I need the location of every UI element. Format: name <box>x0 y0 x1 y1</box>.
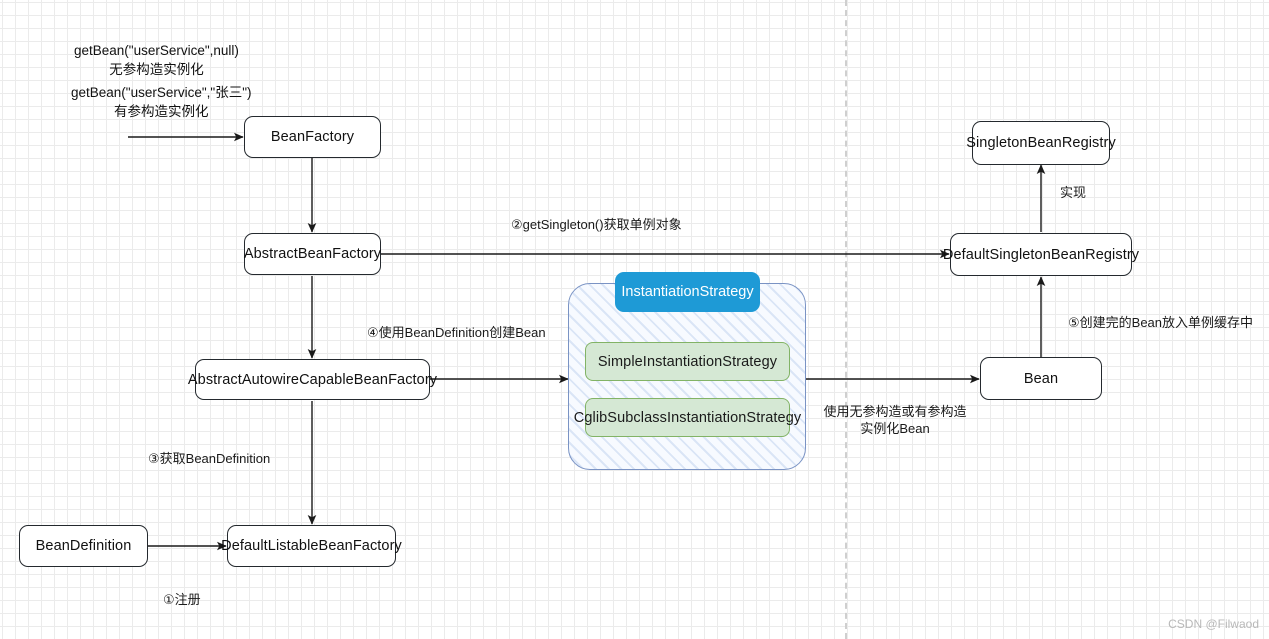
watermark: CSDN @Filwaod <box>1168 617 1259 631</box>
page-break-line <box>845 0 847 639</box>
entry-desc-1: 无参构造实例化 <box>109 62 204 77</box>
edge-label-register: ①注册 <box>163 592 201 607</box>
entry-desc-2: 有参构造实例化 <box>113 104 209 119</box>
edge-label-instantiate-bean: 使用无参构造或有参构造 实例化Bean <box>820 403 970 437</box>
node-bean-factory[interactable]: BeanFactory <box>244 116 381 158</box>
entry-caption-no-arg: getBean("userService",null) 无参构造实例化 <box>74 41 239 79</box>
edge-label-get-singleton: ②getSingleton()获取单例对象 <box>511 217 682 232</box>
node-cglib-subclass-instantiation-strategy[interactable]: CglibSubclassInstantiationStrategy <box>574 398 801 437</box>
edge-label-instantiate-line2: 实例化Bean <box>860 421 930 436</box>
entry-call-2: getBean("userService","张三") <box>71 85 252 100</box>
node-bean-definition[interactable]: BeanDefinition <box>19 525 148 567</box>
edge-label-create-with-bean-definition: ④使用BeanDefinition创建Bean <box>367 325 546 340</box>
edge-label-implements: 实现 <box>1060 185 1087 200</box>
node-bean[interactable]: Bean <box>980 357 1102 400</box>
edge-label-instantiate-line1: 使用无参构造或有参构造 <box>823 404 967 419</box>
group-title-instantiation-strategy[interactable]: InstantiationStrategy <box>615 272 760 312</box>
node-default-listable-bean-factory[interactable]: DefaultListableBeanFactory <box>221 525 402 567</box>
entry-caption-with-arg: getBean("userService","张三") 有参构造实例化 <box>71 83 251 121</box>
node-abstract-autowire-capable-bean-factory[interactable]: AbstractAutowireCapableBeanFactory <box>188 359 437 400</box>
node-default-singleton-bean-registry[interactable]: DefaultSingletonBeanRegistry <box>943 233 1139 276</box>
node-simple-instantiation-strategy[interactable]: SimpleInstantiationStrategy <box>585 342 790 381</box>
edge-label-get-bean-definition: ③获取BeanDefinition <box>148 451 271 466</box>
diagram-canvas: getBean("userService",null) 无参构造实例化 getB… <box>0 0 1269 639</box>
node-singleton-bean-registry[interactable]: SingletonBeanRegistry <box>966 121 1116 165</box>
entry-call-1: getBean("userService",null) <box>74 43 239 58</box>
node-abstract-bean-factory[interactable]: AbstractBeanFactory <box>244 233 381 275</box>
edge-label-put-into-singleton-cache: ⑤创建完的Bean放入单例缓存中 <box>1068 315 1254 330</box>
